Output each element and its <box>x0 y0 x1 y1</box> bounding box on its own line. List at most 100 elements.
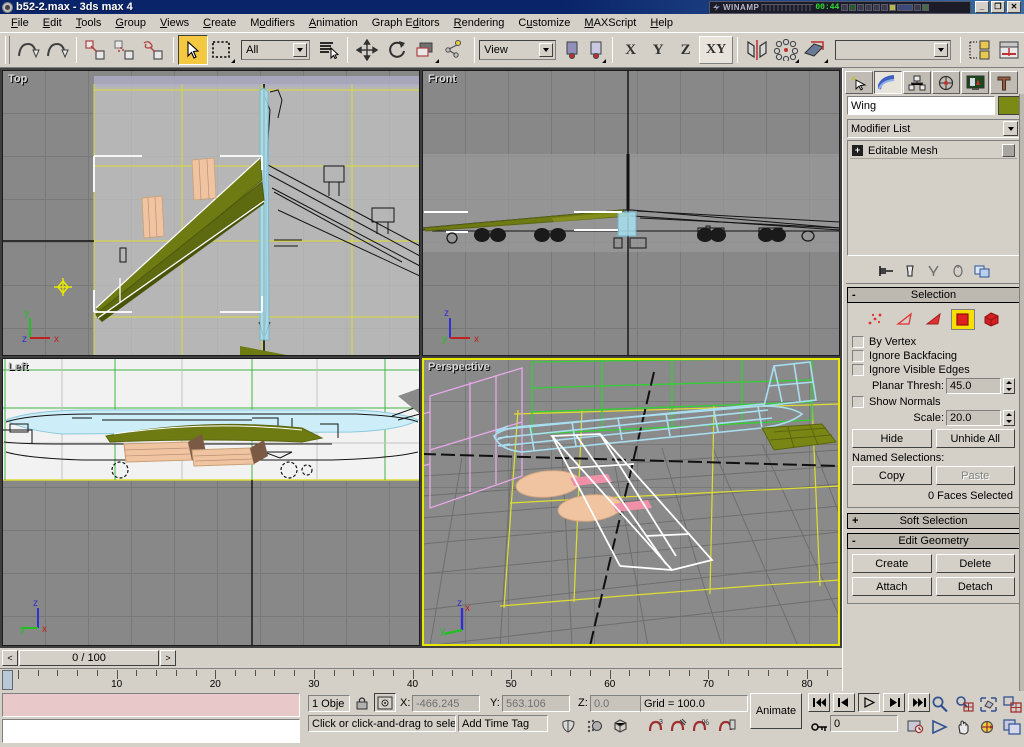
delete-button[interactable]: Delete <box>935 554 1015 573</box>
by-vertex-row[interactable]: By Vertex <box>852 335 1015 349</box>
detach-button[interactable]: Detach <box>935 577 1015 596</box>
undo-button[interactable] <box>13 35 42 65</box>
winamp-prev-icon[interactable] <box>841 3 849 11</box>
menu-edit[interactable]: Edit <box>36 15 69 31</box>
winamp-shuffle-icon[interactable] <box>914 3 922 11</box>
pin-stack-button[interactable] <box>875 261 896 280</box>
object-name-field[interactable]: Wing <box>847 96 995 115</box>
spinner-snap-toggle-button[interactable] <box>714 714 738 737</box>
layer-manager-button[interactable] <box>965 35 994 65</box>
x-coord-field[interactable]: -466.245 <box>412 695 480 712</box>
object-color-swatch[interactable] <box>998 96 1020 115</box>
winamp-next-icon[interactable] <box>873 3 881 11</box>
modifier-stack[interactable]: + Editable Mesh <box>847 140 1020 256</box>
ignore-visible-edges-row[interactable]: Ignore Visible Edges <box>852 363 1015 377</box>
sub-object-edge-button[interactable] <box>893 309 917 330</box>
selection-lock-button[interactable] <box>582 714 606 737</box>
curve-editor-button[interactable] <box>994 35 1023 65</box>
command-panel-scrollbar[interactable] <box>1019 94 1024 691</box>
select-and-move-button[interactable] <box>352 35 381 65</box>
y-coord-field[interactable]: 563.106 <box>502 695 570 712</box>
remove-modifier-button[interactable] <box>947 261 968 280</box>
field-of-view-button[interactable] <box>928 715 952 738</box>
menu-modifiers[interactable]: Modifiers <box>243 15 302 31</box>
toolbar-grip[interactable] <box>5 36 10 64</box>
animate-button[interactable]: Animate <box>750 693 802 729</box>
key-mode-toggle-button[interactable] <box>808 715 832 738</box>
axis-constraint-y-button[interactable]: Y <box>644 36 672 64</box>
chevron-down-icon[interactable] <box>1003 121 1018 136</box>
ignore-visible-edges-checkbox[interactable] <box>852 364 864 376</box>
select-object-button[interactable] <box>178 35 208 65</box>
zoom-button[interactable] <box>928 693 952 716</box>
maxscript-listener-output[interactable] <box>2 693 300 717</box>
show-normals-row[interactable]: Show Normals <box>852 395 1015 409</box>
use-pivot-center-button[interactable] <box>561 35 585 65</box>
min-max-toggle-button[interactable] <box>1000 715 1024 738</box>
create-button[interactable]: Create <box>852 554 932 573</box>
winamp-close-icon[interactable] <box>922 3 930 11</box>
winamp-transport[interactable] <box>841 3 930 11</box>
modifier-list-combo[interactable]: Modifier List <box>847 119 1020 138</box>
bind-to-space-warp-button[interactable] <box>140 35 169 65</box>
time-configuration-button[interactable] <box>903 715 927 738</box>
coordinate-display-button[interactable] <box>608 714 632 737</box>
select-and-rotate-button[interactable] <box>382 35 411 65</box>
previous-frame-button[interactable] <box>833 693 855 712</box>
ignore-backfacing-checkbox[interactable] <box>852 350 864 362</box>
attach-button[interactable]: Attach <box>852 577 932 596</box>
named-selection-sets-combo[interactable] <box>835 40 951 60</box>
chevron-down-icon[interactable] <box>933 43 948 57</box>
time-slider-next-button[interactable]: > <box>160 650 176 666</box>
absolute-relative-transform-button[interactable] <box>374 693 396 712</box>
unhide-all-button[interactable]: Unhide All <box>935 429 1015 448</box>
minimize-button[interactable]: _ <box>975 1 989 13</box>
zoom-all-button[interactable] <box>952 693 976 716</box>
expand-icon[interactable]: + <box>852 145 863 156</box>
winamp-pause-icon[interactable] <box>857 3 865 11</box>
menu-customize[interactable]: Customize <box>511 15 577 31</box>
by-vertex-checkbox[interactable] <box>852 336 864 348</box>
unlink-selection-button[interactable] <box>110 35 139 65</box>
axis-constraint-z-button[interactable]: Z <box>672 36 700 64</box>
axis-constraint-x-button[interactable]: X <box>617 36 645 64</box>
copy-named-selection-button[interactable]: Copy <box>852 466 932 485</box>
select-by-name-button[interactable] <box>314 35 343 65</box>
angle-snap-toggle-button[interactable] <box>666 714 690 737</box>
menu-maxscript[interactable]: MAXScript <box>577 15 643 31</box>
zoom-extents-all-button[interactable] <box>1000 693 1024 716</box>
window-controls[interactable]: _ ❐ ✕ <box>975 1 1024 13</box>
menu-graph-editors[interactable]: Graph Editors <box>365 15 447 31</box>
selection-filter-combo[interactable]: All <box>241 40 310 60</box>
winamp-play-icon[interactable] <box>849 3 857 11</box>
sub-object-polygon-button[interactable] <box>950 309 975 330</box>
winamp-stop-icon[interactable] <box>865 3 873 11</box>
winamp-balance-icon[interactable] <box>897 3 914 11</box>
command-tab-hierarchy[interactable] <box>903 71 931 94</box>
edit-geometry-rollout-header[interactable]: - Edit Geometry <box>847 533 1020 549</box>
menu-tools[interactable]: Tools <box>69 15 109 31</box>
ignore-backfacing-row[interactable]: Ignore Backfacing <box>852 349 1015 363</box>
redo-button[interactable] <box>42 35 71 65</box>
coordinate-system-combo[interactable]: View <box>479 40 556 60</box>
menu-group[interactable]: Group <box>108 15 153 31</box>
select-region-button[interactable] <box>208 35 237 65</box>
menu-create[interactable]: Create <box>196 15 243 31</box>
command-tab-create[interactable] <box>845 71 873 94</box>
winamp-volume-icon[interactable] <box>889 3 897 11</box>
add-time-tag-field[interactable]: Add Time Tag <box>458 715 548 732</box>
soft-selection-rollout-header[interactable]: + Soft Selection <box>847 513 1020 529</box>
sub-object-face-button[interactable] <box>922 309 946 330</box>
pan-button[interactable] <box>952 715 976 738</box>
viewport-perspective[interactable]: Perspective z x y <box>422 358 840 646</box>
restore-button[interactable]: ❐ <box>991 1 1005 13</box>
goto-start-button[interactable] <box>808 693 830 712</box>
show-end-result-button[interactable] <box>899 261 920 280</box>
planar-thresh-field[interactable]: 45.0 <box>946 378 1001 394</box>
sub-object-vertex-button[interactable] <box>864 309 888 330</box>
select-and-scale-button[interactable] <box>411 35 440 65</box>
planar-thresh-spinner[interactable] <box>1003 378 1015 394</box>
show-end-result-box[interactable] <box>1002 144 1015 157</box>
maxscript-listener-input[interactable] <box>2 719 300 743</box>
viewport-left[interactable]: Left z x y <box>2 358 420 646</box>
